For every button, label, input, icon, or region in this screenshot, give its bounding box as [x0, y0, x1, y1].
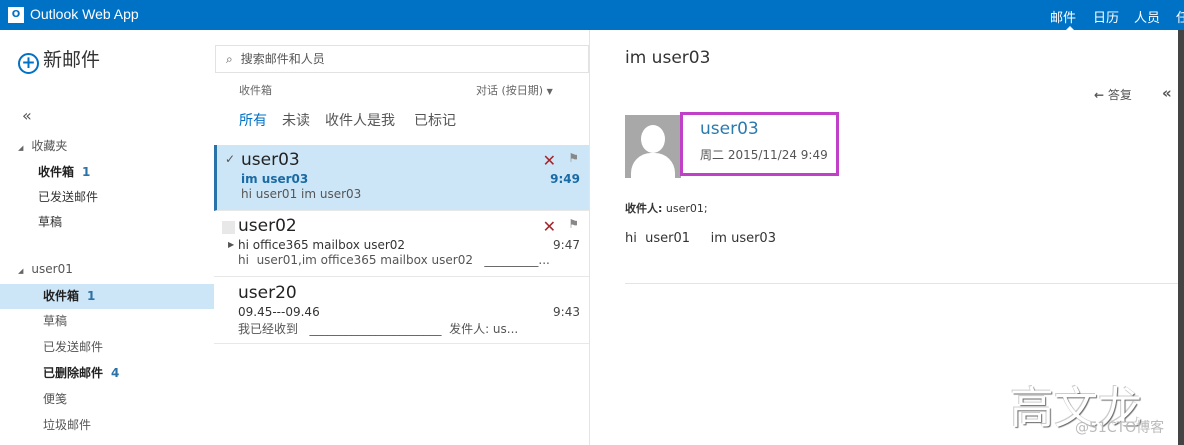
filter-to-me[interactable]: 收件人是我: [325, 110, 395, 130]
expand-triangle-icon: ◢: [18, 267, 24, 275]
nav-tasks[interactable]: 任: [1176, 7, 1184, 26]
app-title: Outlook Web App: [30, 6, 139, 22]
folder-inbox[interactable]: 收件箱 1: [0, 284, 214, 309]
recipients: 收件人: user01;: [625, 202, 708, 215]
message-item[interactable]: user20 09.45---09.46 我已经收到 _____________…: [214, 278, 589, 344]
sort-dropdown[interactable]: 对话 (按日期) ▼: [476, 82, 553, 98]
active-nav-caret: [1066, 26, 1074, 30]
plus-icon: +: [18, 53, 39, 74]
delete-icon[interactable]: ✕: [543, 217, 556, 236]
message-item[interactable]: ✓ user03 im user03 hi user01 im user03 9…: [214, 145, 589, 211]
favorites-header[interactable]: ◢ 收藏夹: [0, 134, 214, 159]
watermark-site: @51CTO博客: [1075, 420, 1165, 436]
message-time: 9:43: [553, 305, 580, 319]
message-item[interactable]: ▶ user02 hi office365 mailbox user02 hi …: [214, 211, 589, 277]
sent-date: 周二 2015/11/24 9:49: [700, 148, 828, 162]
message-subject: im user03: [241, 172, 309, 186]
expand-triangle-icon: ◢: [18, 144, 24, 152]
checkbox[interactable]: [222, 221, 235, 234]
search-input[interactable]: ⌕ 搜索邮件和人员: [215, 45, 589, 73]
reading-subject: im user03: [625, 48, 711, 68]
folder-deleted[interactable]: 已删除邮件 4: [0, 361, 214, 386]
check-icon: ✓: [225, 152, 236, 166]
separator: [625, 283, 1178, 284]
message-body: hi user01 im user03: [625, 231, 776, 246]
message-preview: hi user01 im user03: [241, 187, 362, 201]
message-time: 9:47: [553, 238, 580, 252]
folder-notes[interactable]: 便笺: [0, 387, 214, 412]
pane-divider: [589, 30, 590, 445]
message-preview: 我已经收到 ______________________ 发件人: us...: [238, 322, 519, 336]
reply-button[interactable]: ← 答复: [1094, 86, 1132, 103]
new-mail-button[interactable]: + 新邮件: [18, 45, 100, 74]
top-bar: [0, 0, 1184, 30]
folder-junk[interactable]: 垃圾邮件: [0, 413, 214, 438]
folder-label: 收件箱: [239, 84, 272, 97]
expand-icon[interactable]: ▶: [228, 240, 234, 249]
frame-border: [1178, 30, 1184, 445]
folder-sent[interactable]: 已发送邮件: [0, 335, 214, 360]
arrow-left-icon: ←: [1094, 88, 1105, 102]
new-mail-label: 新邮件: [43, 49, 101, 71]
message-subject: hi office365 mailbox user02: [238, 238, 406, 252]
filter-flagged[interactable]: 已标记: [414, 110, 456, 130]
fav-drafts[interactable]: 草稿: [0, 210, 214, 235]
nav-mail[interactable]: 邮件: [1050, 7, 1076, 26]
nav-people[interactable]: 人员: [1134, 7, 1160, 26]
folder-drafts[interactable]: 草稿: [0, 309, 214, 334]
collapse-button[interactable]: «: [22, 106, 32, 125]
message-time: 9:49: [550, 172, 580, 186]
flag-icon[interactable]: ⚑: [568, 151, 579, 165]
sender-name[interactable]: user03: [700, 119, 759, 139]
nav-calendar[interactable]: 日历: [1093, 7, 1119, 26]
message-subject: 09.45---09.46: [238, 305, 320, 319]
delete-icon[interactable]: ✕: [543, 151, 556, 170]
message-sender: user02: [238, 216, 297, 236]
message-sender: user20: [238, 283, 297, 303]
avatar: [625, 115, 681, 178]
account-header[interactable]: ◢ user01: [0, 257, 214, 282]
search-icon: ⌕: [226, 52, 233, 66]
dropdown-arrow-icon: ▼: [546, 87, 553, 96]
message-sender: user03: [241, 150, 300, 170]
fav-sent[interactable]: 已发送邮件: [0, 185, 214, 210]
flag-icon[interactable]: ⚑: [568, 217, 579, 231]
fav-inbox[interactable]: 收件箱 1: [0, 160, 214, 185]
message-preview: hi user01,im office365 mailbox user02 __…: [238, 253, 550, 267]
outlook-logo-icon: O: [8, 7, 24, 23]
filter-unread[interactable]: 未读: [282, 110, 310, 130]
filter-all[interactable]: 所有: [239, 110, 267, 130]
reply-all-icon[interactable]: «: [1162, 84, 1172, 102]
